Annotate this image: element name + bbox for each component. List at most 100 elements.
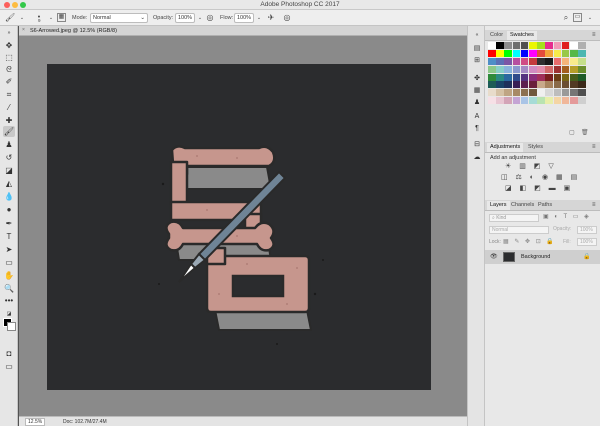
search-icon[interactable]: ⌕	[561, 13, 571, 23]
swatch[interactable]	[545, 81, 553, 89]
crop-tool-icon[interactable]: ⌗	[3, 89, 15, 100]
swatch[interactable]	[537, 65, 545, 73]
history-panel-icon[interactable]: ▤	[472, 44, 482, 54]
type-tool-icon[interactable]: T	[3, 231, 15, 242]
screen-mode-icon[interactable]: ▭	[3, 361, 15, 372]
swatch[interactable]	[569, 65, 578, 73]
swatch[interactable]	[528, 89, 537, 97]
swatch[interactable]	[496, 65, 504, 73]
swatch[interactable]	[488, 81, 496, 89]
swatch[interactable]	[569, 57, 578, 65]
layer-opacity-field[interactable]: 100%	[577, 226, 597, 234]
swatch[interactable]	[553, 65, 562, 73]
quick-selection-tool-icon[interactable]: ✐	[3, 76, 15, 87]
new-swatch-icon[interactable]: ▢	[569, 129, 575, 136]
character-panel-icon[interactable]: A	[472, 112, 482, 122]
swatch[interactable]	[569, 97, 578, 105]
pen-tool-icon[interactable]: ✒	[3, 218, 15, 229]
swatch[interactable]	[537, 49, 545, 57]
swatch[interactable]	[545, 49, 553, 57]
swatch[interactable]	[488, 97, 496, 105]
workspace-switcher-icon[interactable]: ▭	[573, 13, 582, 22]
layer-filter-kind[interactable]: ⌕ Kind	[489, 214, 539, 222]
paint-bucket-tool-icon[interactable]: ◭	[3, 178, 15, 189]
swatch[interactable]	[561, 49, 570, 57]
swatch[interactable]	[545, 97, 553, 105]
lock-icons[interactable]: ▦ ✎ ✥ ⊡ 🔒	[503, 238, 556, 245]
blur-tool-icon[interactable]: 💧	[3, 191, 15, 202]
tab-channels[interactable]: Channels	[508, 201, 537, 210]
swatch[interactable]	[561, 57, 570, 65]
history-brush-tool-icon[interactable]: ↺	[3, 152, 15, 163]
workspace-chevron-icon[interactable]: ⌄	[585, 13, 595, 23]
layer-filter-icons[interactable]: ▣ ◐ T ▭ ◈	[543, 213, 591, 220]
tab-layers[interactable]: Layers	[487, 201, 510, 210]
swatch[interactable]	[561, 65, 570, 73]
swatch[interactable]	[578, 65, 586, 73]
swatch[interactable]	[545, 42, 553, 49]
brush-panel-toggle-icon[interactable]: ▦	[57, 13, 66, 22]
swatch[interactable]	[578, 73, 586, 81]
swatch[interactable]	[488, 49, 496, 57]
marquee-tool-icon[interactable]: ⬚	[3, 52, 15, 63]
swatch[interactable]	[520, 73, 529, 81]
swatch[interactable]	[488, 89, 496, 97]
adjustment-icons-row-2[interactable]: ◫ ⚖ ◐ ◉ ▦ ▤	[501, 173, 580, 181]
swatch[interactable]	[512, 65, 521, 73]
swatch[interactable]	[496, 73, 504, 81]
adjustment-icons-row-3[interactable]: ◪ ◧ ◩ ▬ ▣	[505, 184, 573, 192]
swatch[interactable]	[504, 49, 513, 57]
blend-mode-select[interactable]: Normal	[489, 226, 549, 234]
swatch[interactable]	[578, 81, 586, 89]
swatch[interactable]	[512, 42, 521, 49]
swatch[interactable]	[553, 73, 562, 81]
tab-color[interactable]: Color	[487, 31, 506, 40]
brush-presets-icon[interactable]: ▦	[472, 86, 482, 96]
swatch[interactable]	[512, 89, 521, 97]
dodge-tool-icon[interactable]: ●	[3, 204, 15, 215]
brushes-panel-icon[interactable]: ✤	[472, 74, 482, 84]
document-info[interactable]: Doc: 102.7M/27.4M	[63, 419, 107, 425]
eyedropper-tool-icon[interactable]: ⁄	[3, 102, 15, 113]
tab-swatches[interactable]: Swatches	[507, 31, 537, 40]
swatch[interactable]	[569, 73, 578, 81]
swatch[interactable]	[545, 89, 553, 97]
swatch[interactable]	[496, 81, 504, 89]
brush-tool-icon[interactable]: 🖌	[3, 126, 15, 137]
panel-menu-icon[interactable]: ≡	[589, 201, 599, 210]
swatch[interactable]	[578, 42, 586, 49]
swatch[interactable]	[512, 49, 521, 57]
hand-tool-icon[interactable]: ✋	[3, 270, 15, 281]
panel-menu-icon[interactable]: ≡	[589, 31, 599, 40]
path-selection-tool-icon[interactable]: ➤	[3, 244, 15, 255]
mode-select[interactable]: Normal ⌄	[90, 13, 148, 23]
zoom-level-field[interactable]: 12.5%	[25, 418, 46, 426]
document-tab[interactable]: × S6-Arrowed.jpeg @ 12.5% (RGB/8)	[19, 26, 467, 36]
tab-adjustments[interactable]: Adjustments	[487, 143, 524, 152]
more-tools-icon[interactable]: •••	[3, 295, 15, 306]
swatch[interactable]	[520, 57, 529, 65]
properties-panel-icon[interactable]: ⊞	[472, 56, 482, 66]
swatch[interactable]	[496, 49, 504, 57]
swatch[interactable]	[520, 42, 529, 49]
swatch[interactable]	[545, 57, 553, 65]
move-tool-icon[interactable]: ✥	[3, 40, 15, 51]
pressure-opacity-icon[interactable]: ◎	[205, 13, 215, 23]
swatch[interactable]	[553, 42, 562, 49]
flow-chevron-icon[interactable]: ⌄	[254, 13, 264, 23]
zoom-tool-icon[interactable]: 🔍	[3, 283, 15, 294]
swatch[interactable]	[512, 81, 521, 89]
clone-source-icon[interactable]: ♟	[472, 98, 482, 108]
airbrush-icon[interactable]: ✈	[266, 13, 276, 23]
swatch[interactable]	[561, 81, 570, 89]
swatch[interactable]	[561, 73, 570, 81]
swatch[interactable]	[561, 89, 570, 97]
swatch[interactable]	[496, 57, 504, 65]
swatch[interactable]	[569, 89, 578, 97]
swatch[interactable]	[528, 57, 537, 65]
swatch[interactable]	[488, 65, 496, 73]
preset-dropdown-chevron-icon[interactable]: ⌄	[17, 13, 27, 23]
swatch[interactable]	[537, 89, 545, 97]
swatch[interactable]	[504, 89, 513, 97]
canvas[interactable]	[47, 64, 431, 390]
